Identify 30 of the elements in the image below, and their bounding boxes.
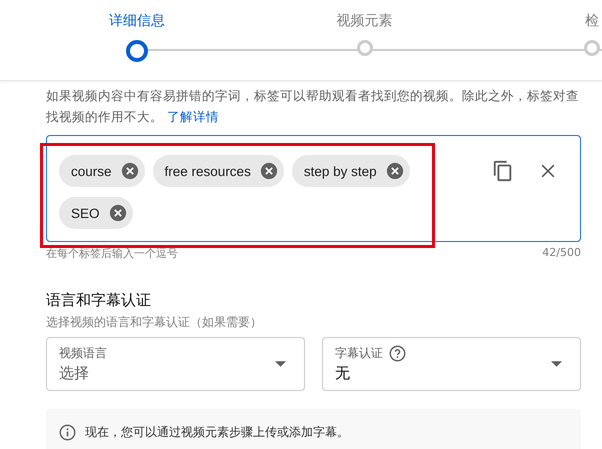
tag-chip[interactable]: step by step <box>292 155 410 187</box>
dropdown-value: 无 <box>335 364 351 383</box>
tag-chip[interactable]: course <box>59 155 145 187</box>
step-label[interactable]: 视频元素 <box>336 12 392 30</box>
remove-icon[interactable] <box>260 162 278 180</box>
dropdown[interactable]: 字幕认证 无 <box>322 337 581 391</box>
dropdown-label: 视频语言 <box>59 345 107 362</box>
learn-more-link[interactable]: 了解详情 <box>166 109 219 124</box>
section-title: 语言和字幕认证 <box>46 291 152 310</box>
dropdown-value: 选择 <box>59 364 90 383</box>
copy-icon[interactable] <box>492 160 514 182</box>
helper-text: 在每个标签后输入一个逗号 <box>46 246 178 261</box>
tag-chip[interactable]: SEO <box>59 197 133 229</box>
dropdown[interactable]: 视频语言 选择 <box>46 337 305 391</box>
step-dot <box>126 40 148 62</box>
notice-text: 现在，您可以通过视频元素步骤上传或添加字幕。 <box>85 424 349 441</box>
remove-icon[interactable] <box>386 162 404 180</box>
dropdown-caret-icon <box>275 361 286 367</box>
help-icon[interactable] <box>389 345 406 362</box>
remove-icon[interactable] <box>120 162 139 180</box>
description-text: 如果视频内容中有容易拼错的字词，标签可以帮助观看者找到您的视频。除此之外，标签对查找视频的作用不大。 了解详情 <box>46 87 580 126</box>
info-icon <box>59 424 76 441</box>
dropdown-caret-icon <box>551 361 562 367</box>
dropdown-label: 字幕认证 <box>335 345 383 362</box>
remove-icon[interactable] <box>108 204 127 222</box>
tag-chip[interactable]: free resources <box>152 155 284 187</box>
section-subtitle: 选择视频的语言和字幕认证（如果需要） <box>46 314 263 331</box>
step-label[interactable]: 检 <box>585 12 599 30</box>
character-counter: 42/500 <box>542 246 581 261</box>
step-label[interactable]: 详细信息 <box>109 12 165 30</box>
